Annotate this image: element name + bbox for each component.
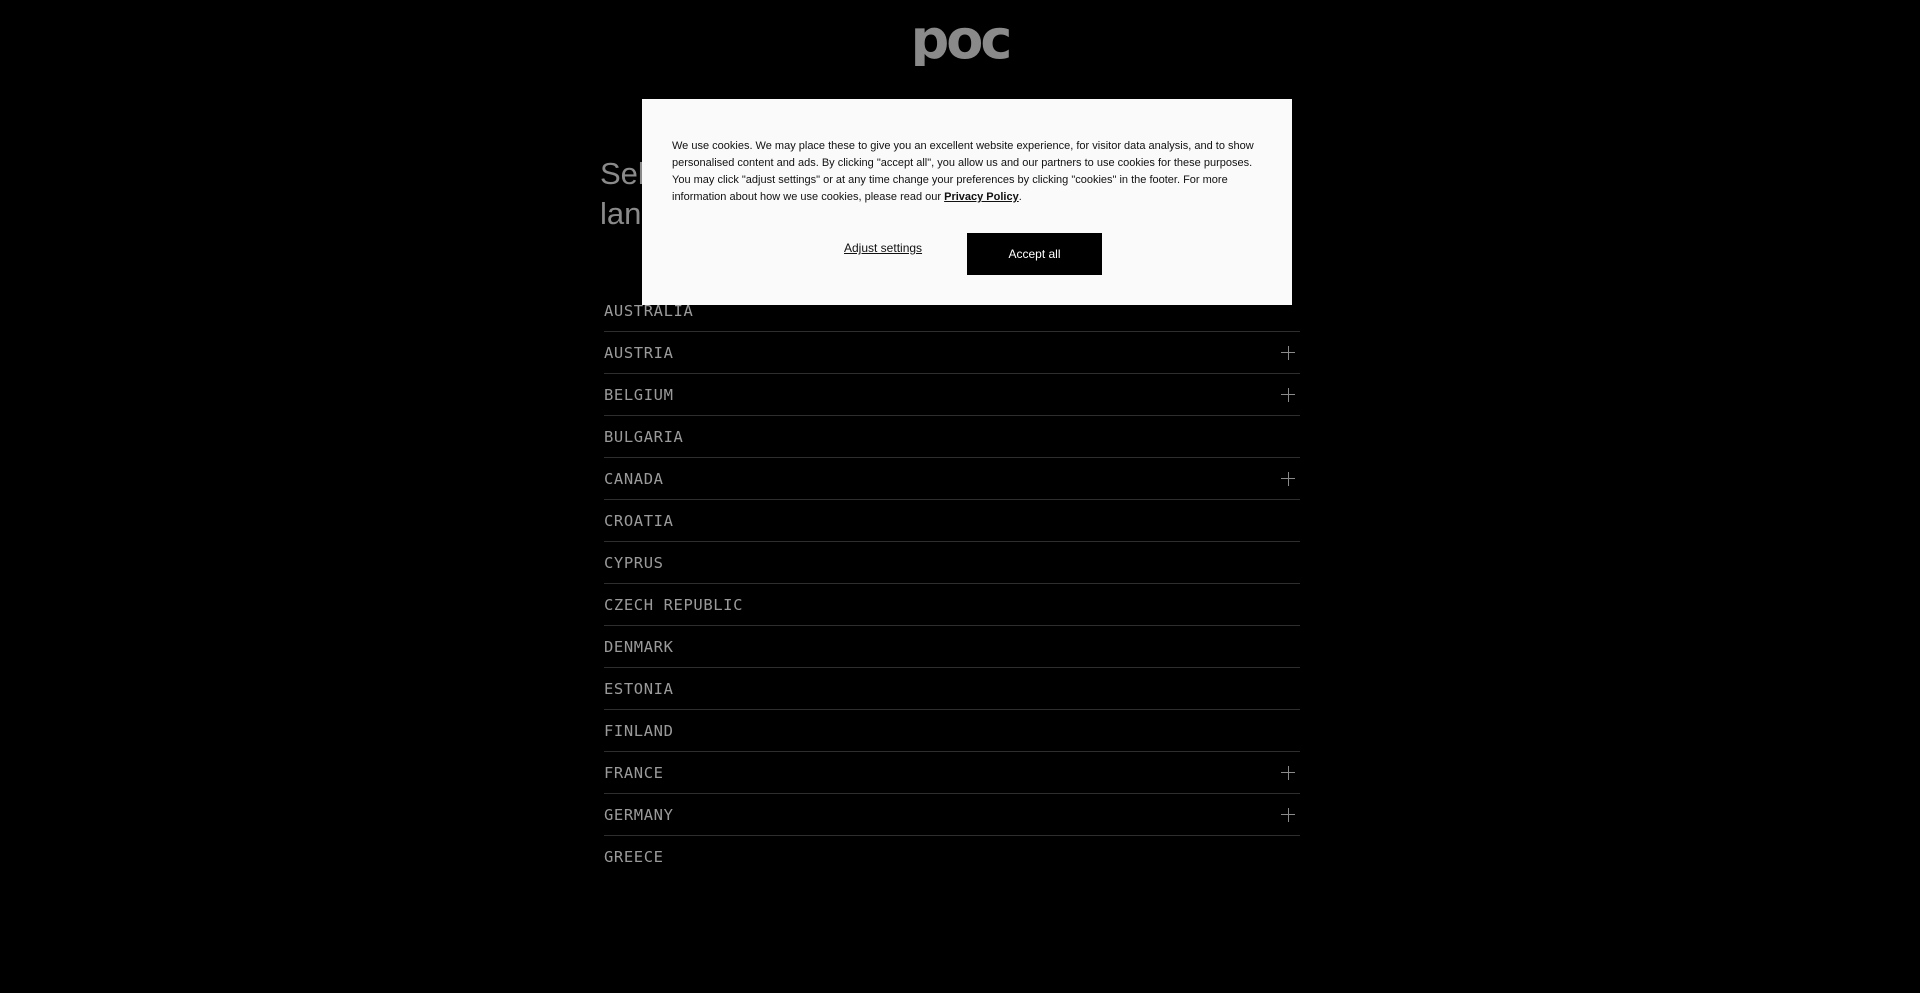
- plus-icon[interactable]: [1281, 807, 1295, 822]
- plus-icon[interactable]: [1281, 345, 1295, 360]
- cookie-text-end: .: [1018, 191, 1022, 203]
- plus-icon[interactable]: [1281, 387, 1295, 402]
- country-item[interactable]: FRANCE: [604, 752, 1300, 794]
- country-label: GERMANY: [604, 805, 674, 824]
- logo-text: poc: [911, 22, 1010, 66]
- country-item[interactable]: CROATIA: [604, 500, 1300, 542]
- country-label: CROATIA: [604, 511, 674, 530]
- country-item[interactable]: GERMANY: [604, 794, 1300, 836]
- country-item[interactable]: CANADA: [604, 458, 1300, 500]
- country-label: DENMARK: [604, 637, 674, 656]
- cookie-consent-text: We use cookies. We may place these to gi…: [672, 138, 1272, 206]
- country-label: CYPRUS: [604, 553, 664, 572]
- privacy-policy-link[interactable]: Privacy Policy: [944, 191, 1019, 203]
- country-item[interactable]: GREECE: [604, 836, 1300, 877]
- country-label: BELGIUM: [604, 385, 674, 404]
- page-title-line-2: lan: [600, 196, 642, 231]
- country-label: CZECH REPUBLIC: [604, 595, 744, 614]
- cookie-consent-dialog: We use cookies. We may place these to gi…: [642, 99, 1292, 305]
- plus-icon[interactable]: [1281, 471, 1295, 486]
- country-item[interactable]: FINLAND: [604, 710, 1300, 752]
- country-label: FINLAND: [604, 721, 674, 740]
- page-title-line-1: Sel: [600, 156, 645, 191]
- country-label: CANADA: [604, 469, 664, 488]
- country-item[interactable]: CYPRUS: [604, 542, 1300, 584]
- country-item[interactable]: ESTONIA: [604, 668, 1300, 710]
- country-label: ESTONIA: [604, 679, 674, 698]
- page: poc Sel lan AUSTRALIA AUSTRIA BELGIUM BU…: [0, 0, 1920, 993]
- poc-logo[interactable]: poc: [899, 22, 1021, 66]
- adjust-settings-button[interactable]: Adjust settings: [844, 241, 922, 255]
- accept-all-button[interactable]: Accept all: [967, 233, 1102, 275]
- country-item[interactable]: BELGIUM: [604, 374, 1300, 416]
- plus-icon[interactable]: [1281, 765, 1295, 780]
- country-label: FRANCE: [604, 763, 664, 782]
- country-label: AUSTRIA: [604, 343, 674, 362]
- country-label: GREECE: [604, 847, 664, 866]
- country-item[interactable]: CZECH REPUBLIC: [604, 584, 1300, 626]
- country-list: AUSTRALIA AUSTRIA BELGIUM BULGARIA CANAD…: [604, 290, 1300, 877]
- country-item[interactable]: DENMARK: [604, 626, 1300, 668]
- country-item[interactable]: BULGARIA: [604, 416, 1300, 458]
- country-label: BULGARIA: [604, 427, 684, 446]
- country-item[interactable]: AUSTRIA: [604, 332, 1300, 374]
